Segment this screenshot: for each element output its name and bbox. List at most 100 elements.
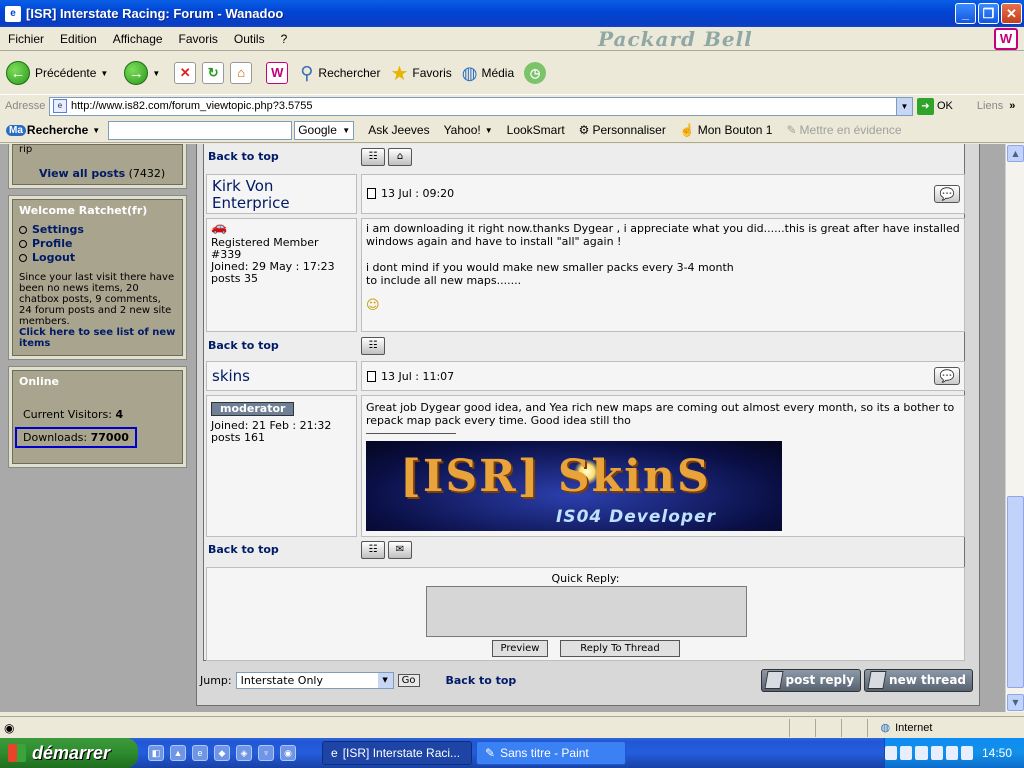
media-button[interactable]: ◍ Média: [462, 63, 514, 84]
address-input[interactable]: e http://www.is82.com/forum_viewtopic.ph…: [49, 96, 913, 116]
author-name[interactable]: skins: [207, 362, 356, 388]
quicklaunch-icon[interactable]: ◆: [214, 745, 230, 761]
back-to-top-link[interactable]: Back to top: [208, 543, 279, 556]
stop-icon[interactable]: ✕: [174, 62, 197, 84]
profile-icon[interactable]: ☷: [361, 541, 385, 559]
quicklaunch-icon[interactable]: ◧: [148, 745, 164, 761]
jump-select[interactable]: Interstate Only ▼: [235, 671, 394, 689]
new-items-link[interactable]: Click here to see list of new items: [19, 327, 176, 349]
new-thread-button[interactable]: new thread: [864, 668, 973, 692]
post-date: 13 Jul : 11:07: [381, 370, 455, 383]
menu-favoris[interactable]: Favoris: [171, 32, 226, 46]
tray-icon[interactable]: [930, 746, 943, 760]
back-to-top-link[interactable]: Back to top: [208, 150, 279, 163]
mail-icon[interactable]: ✉: [388, 541, 412, 559]
quicklaunch-icon[interactable]: ◈: [236, 745, 252, 761]
post-text: Great job Dygear good idea, and Yea rich…: [366, 401, 955, 427]
profile-icon[interactable]: ☷: [361, 148, 385, 166]
status-segment: [790, 718, 817, 737]
logout-option[interactable]: Logout: [19, 251, 176, 264]
go-button[interactable]: ➜ OK: [917, 97, 953, 115]
taskbar-item-paint[interactable]: ✎ Sans titre - Paint: [476, 741, 626, 765]
profile-link[interactable]: Profile: [32, 237, 72, 250]
toolbar-search-input[interactable]: [108, 120, 293, 140]
history-icon[interactable]: ◷: [524, 62, 547, 84]
chevron-down-icon[interactable]: ▼: [100, 69, 108, 78]
yahoo-label: Yahoo!: [443, 123, 481, 137]
highlight-button[interactable]: ✎ Mettre en évidence: [786, 123, 901, 137]
ask-jeeves-link[interactable]: Ask Jeeves: [368, 123, 429, 137]
chevron-down-icon[interactable]: ▼: [485, 126, 493, 135]
home-icon[interactable]: ⌂: [230, 62, 253, 84]
scroll-thumb[interactable]: [1007, 496, 1024, 688]
pen-icon: ✎: [786, 123, 797, 137]
close-button[interactable]: ✕: [1001, 3, 1022, 24]
back-button[interactable]: ← Précédente ▼: [6, 61, 108, 85]
thread-bottom-bar: Jump: Interstate Only ▼ Go Back to top p…: [200, 667, 973, 693]
scroll-down-icon[interactable]: ▼: [1007, 694, 1024, 711]
quicklaunch-icon[interactable]: ▲: [170, 745, 186, 761]
personnaliser-button[interactable]: ⚙ Personnaliser: [579, 123, 666, 137]
chevron-down-icon[interactable]: ▼: [92, 126, 100, 135]
back-to-top-link[interactable]: Back to top: [208, 339, 279, 352]
home-icon[interactable]: ⌂: [388, 148, 412, 166]
preview-button[interactable]: Preview: [492, 640, 548, 657]
quicklaunch-icon[interactable]: ♆: [258, 745, 274, 761]
ma-recherche-button[interactable]: Ma Recherche ▼: [6, 123, 100, 137]
maximize-button[interactable]: ❐: [978, 3, 999, 24]
chevron-down-icon[interactable]: ▼: [896, 97, 912, 115]
search-button[interactable]: ⚲ Rechercher: [300, 63, 380, 84]
taskbar-item-browser[interactable]: e [ISR] Interstate Raci...: [322, 741, 472, 765]
profile-option[interactable]: Profile: [19, 237, 176, 250]
menu-affichage[interactable]: Affichage: [105, 32, 171, 46]
logout-link[interactable]: Logout: [32, 251, 75, 264]
menu-fichier[interactable]: Fichier: [0, 32, 52, 46]
looksmart-link[interactable]: LookSmart: [507, 123, 565, 137]
settings-link[interactable]: Settings: [32, 223, 84, 236]
reply-to-thread-button[interactable]: Reply To Thread: [560, 640, 680, 657]
scroll-up-icon[interactable]: ▲: [1007, 145, 1024, 162]
menu-outils[interactable]: Outils: [226, 32, 273, 46]
tray-icon[interactable]: [960, 746, 973, 760]
quick-reply-textarea[interactable]: [426, 586, 747, 637]
jump-go-button[interactable]: Go: [397, 673, 420, 687]
favorites-button[interactable]: ★ Favoris: [390, 61, 451, 86]
forum-main: Back to top ☷ ⌂ Kirk Von Enterprice 13 J…: [196, 144, 980, 706]
refresh-icon[interactable]: ↻: [202, 62, 225, 84]
view-all-posts-link[interactable]: View all posts: [39, 167, 125, 180]
menu-help[interactable]: ?: [273, 32, 296, 46]
quote-icon[interactable]: 💬: [934, 185, 960, 203]
status-segment: [842, 718, 869, 737]
tray-icon[interactable]: [945, 746, 958, 760]
quicklaunch-icon[interactable]: ◉: [280, 745, 296, 761]
yahoo-link[interactable]: Yahoo! ▼: [444, 123, 493, 137]
settings-option[interactable]: Settings: [19, 223, 176, 236]
profile-icon[interactable]: ☷: [361, 337, 385, 355]
chevron-right-icon[interactable]: »: [1009, 100, 1015, 112]
wanadoo-icon[interactable]: W: [266, 62, 289, 84]
status-bar: ◉ ◍ Internet: [0, 716, 1024, 738]
start-button[interactable]: démarrer: [0, 738, 138, 768]
back-to-top-link[interactable]: Back to top: [446, 674, 517, 687]
menu-edition[interactable]: Edition: [52, 32, 105, 46]
forward-button[interactable]: → ▼: [124, 61, 160, 85]
ie-icon[interactable]: e: [192, 745, 208, 761]
media-label: Média: [481, 66, 515, 80]
tray-icon[interactable]: [915, 746, 928, 760]
address-url[interactable]: http://www.is82.com/forum_viewtopic.php?…: [71, 100, 896, 112]
links-label[interactable]: Liens: [977, 100, 1003, 112]
rip-fragment: rip: [19, 145, 33, 155]
radio-icon: [19, 253, 27, 262]
author-name[interactable]: Kirk Von Enterprice: [207, 175, 356, 215]
page-scrollbar[interactable]: ▲ ▼: [1005, 144, 1024, 712]
minimize-button[interactable]: _: [955, 3, 976, 24]
personnaliser-label: Personnaliser: [592, 123, 666, 137]
quote-icon[interactable]: 💬: [934, 367, 960, 385]
post-reply-button[interactable]: post reply: [760, 668, 862, 692]
tray-icon[interactable]: [885, 746, 898, 760]
chevron-down-icon[interactable]: ▼: [152, 69, 160, 78]
downloads-label: Downloads:: [23, 431, 88, 444]
mon-bouton-button[interactable]: ☝ Mon Bouton 1: [680, 123, 773, 137]
tray-icon[interactable]: [900, 746, 913, 760]
engine-select[interactable]: Google ▼: [294, 120, 355, 140]
